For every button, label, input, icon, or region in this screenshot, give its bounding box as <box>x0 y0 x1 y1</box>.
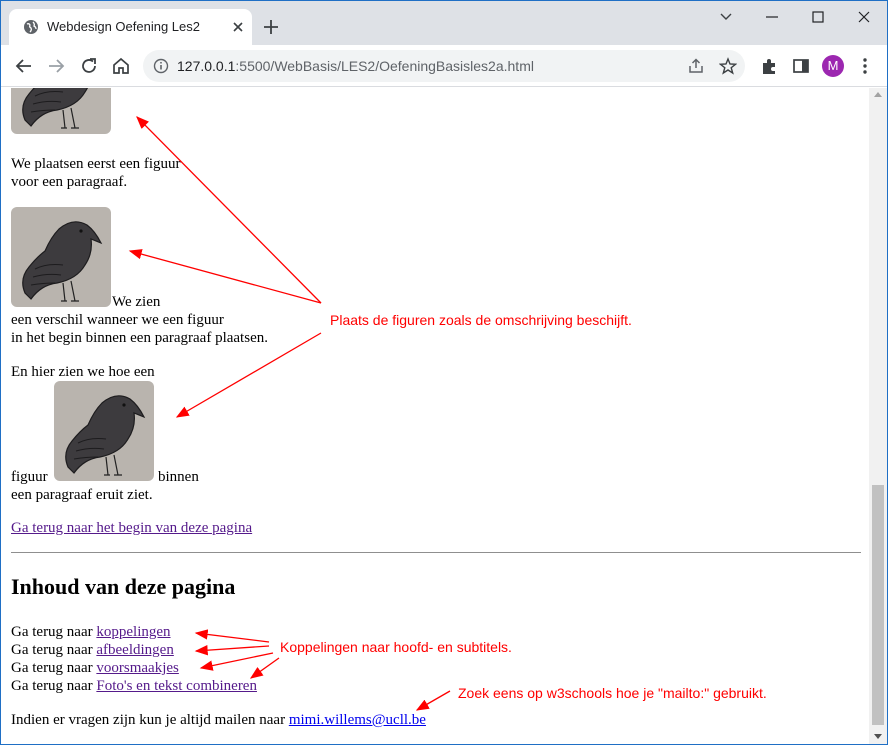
tab-search-icon[interactable] <box>715 6 737 28</box>
home-icon[interactable] <box>110 55 132 77</box>
scroll-up-icon[interactable] <box>873 90 883 98</box>
toc-prefix: Ga terug naar <box>11 642 93 658</box>
tab-strip: Webdesign Oefening Les2 <box>1 1 887 45</box>
toc-item: Ga terug naar koppelingen <box>11 623 171 641</box>
close-tab-icon[interactable] <box>229 18 247 36</box>
annotation-links: Koppelingen naar hoofd- en subtitels. <box>280 639 512 655</box>
toc-link-koppelingen[interactable]: koppelingen <box>96 624 170 640</box>
forward-icon[interactable] <box>45 55 67 77</box>
contact-paragraph: Indien er vragen zijn kun je altijd mail… <box>11 711 426 729</box>
reload-icon[interactable] <box>78 55 100 77</box>
browser-tab[interactable]: Webdesign Oefening Les2 <box>9 9 252 45</box>
contact-email-link[interactable]: mimi.willems@ucll.be <box>289 712 426 728</box>
paragraph-1-line-2: voor een paragraaf. <box>11 174 128 190</box>
contact-text: Indien er vragen zijn kun je altijd mail… <box>11 712 286 728</box>
toc-link-voorsmaakjes[interactable]: voorsmaakjes <box>96 660 178 676</box>
scrollbar-thumb[interactable] <box>872 485 884 725</box>
paragraph-3-after-image: binnen <box>158 469 199 485</box>
crow-illustration <box>22 88 88 129</box>
toc-prefix: Ga terug naar <box>11 660 93 676</box>
tab-title: Webdesign Oefening Les2 <box>47 19 200 34</box>
vertical-scrollbar[interactable] <box>869 88 887 744</box>
annotation-figures: Plaats de figuren zoals de omschrijving … <box>330 312 632 328</box>
crow-illustration <box>65 395 146 476</box>
crow-image <box>11 88 111 134</box>
toc-heading: Inhoud van deze pagina <box>11 574 236 599</box>
close-window-icon[interactable] <box>853 6 875 28</box>
share-icon[interactable] <box>687 57 705 75</box>
back-icon[interactable] <box>13 55 35 77</box>
crow-image <box>54 381 154 481</box>
browser-window: Webdesign Oefening Les2 127.0.0.1:5500/W… <box>0 0 888 745</box>
crow-image <box>11 207 111 307</box>
toc-item: Ga terug naar Foto's en tekst combineren <box>11 677 257 695</box>
address-bar[interactable]: 127.0.0.1:5500/WebBasis/LES2/OefeningBas… <box>143 50 745 82</box>
toc-link-afbeeldingen[interactable]: afbeeldingen <box>96 642 173 658</box>
url-path: :5500/WebBasis/LES2/OefeningBasisles2a.h… <box>235 58 534 74</box>
horizontal-rule <box>11 552 861 553</box>
paragraph-2-line-2: een verschil wanneer we een figuur <box>11 312 224 328</box>
browser-toolbar: 127.0.0.1:5500/WebBasis/LES2/OefeningBas… <box>1 45 887 87</box>
paragraph-3-line-3: een paragraaf eruit ziet. <box>11 487 153 503</box>
extensions-icon[interactable] <box>758 55 780 77</box>
toc-link-fotos-tekst[interactable]: Foto's en tekst combineren <box>96 678 257 694</box>
page-viewport: We plaatsen eerst een figuur voor een pa… <box>1 88 869 744</box>
toc-prefix: Ga terug naar <box>11 624 93 640</box>
crow-illustration <box>22 221 103 302</box>
back-to-top-link[interactable]: Ga terug naar het begin van deze pagina <box>11 519 252 537</box>
globe-icon <box>24 20 38 34</box>
paragraph-3-before-image: figuur <box>11 469 48 485</box>
paragraph-2-line-1: We zien <box>112 294 161 310</box>
new-tab-icon[interactable] <box>261 17 281 37</box>
scroll-down-icon[interactable] <box>873 733 883 741</box>
url-text: 127.0.0.1:5500/WebBasis/LES2/OefeningBas… <box>177 58 534 74</box>
minimize-icon[interactable] <box>761 6 783 28</box>
menu-kebab-icon[interactable] <box>854 55 876 77</box>
site-info-icon[interactable] <box>153 58 169 74</box>
annotation-mailto: Zoek eens op w3schools hoe je "mailto:" … <box>458 685 767 701</box>
maximize-icon[interactable] <box>807 6 829 28</box>
paragraph-2-line-3: in het begin binnen een paragraaf plaats… <box>11 330 268 346</box>
paragraph-1-line-1: We plaatsen eerst een figuur <box>11 156 181 172</box>
toc-item: Ga terug naar afbeeldingen <box>11 641 174 659</box>
bookmark-star-icon[interactable] <box>719 57 737 75</box>
side-panel-icon[interactable] <box>790 55 812 77</box>
url-host: 127.0.0.1 <box>177 58 236 74</box>
profile-avatar[interactable]: M <box>822 55 844 77</box>
paragraph-3-line-1: En hier zien we hoe een <box>11 364 155 380</box>
toc-prefix: Ga terug naar <box>11 678 93 694</box>
toc-item: Ga terug naar voorsmaakjes <box>11 659 179 677</box>
